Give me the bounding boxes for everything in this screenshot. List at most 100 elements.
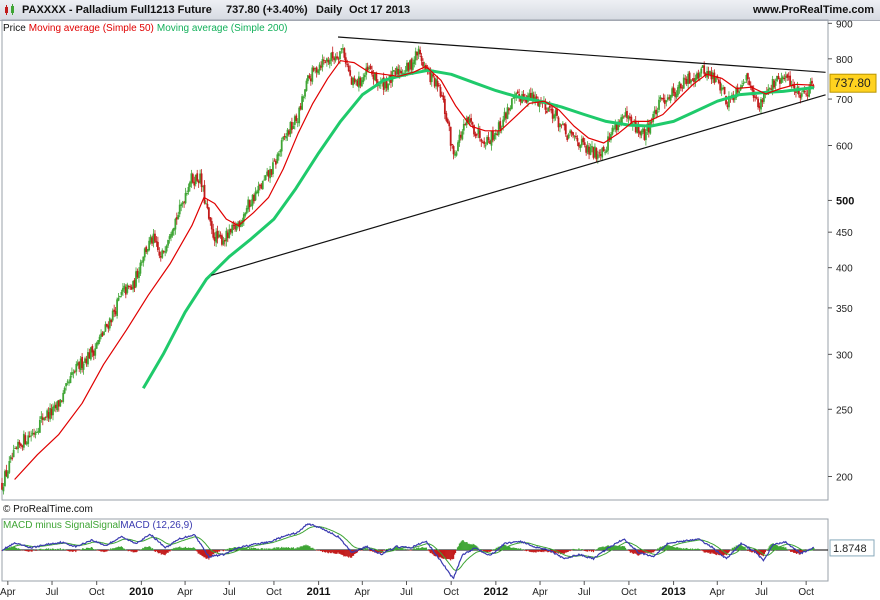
candle-body [392,70,395,72]
y-tick-label: 200 [836,473,853,484]
candle-body [777,76,780,80]
macd-line [1,523,815,580]
candle-body [598,152,601,154]
candle-body [808,88,810,97]
x-tick-label: Oct [89,587,105,598]
candle-body [212,229,215,238]
candle-body [165,245,168,252]
candle-body [763,93,765,102]
candle-body [94,348,97,356]
candle-body [700,68,703,74]
candle-body [59,399,62,407]
candle-body [805,93,808,95]
candle-body [502,119,505,128]
candle-body [746,73,749,80]
candle-body [292,126,295,129]
candle-body [302,96,305,98]
candle-body [375,72,378,82]
candle-body [698,73,701,77]
candle-body [478,130,481,138]
candle-body [11,457,14,459]
candle-body [164,251,167,253]
candle-body [343,48,346,58]
candle-body [665,100,668,103]
x-tick-label: Apr [177,587,193,598]
candle-body [120,291,123,295]
candle-body [579,145,582,149]
candle-body [328,60,331,65]
candle-body [419,49,421,55]
candle-body [156,241,159,251]
candle-body [72,372,75,374]
candle-body [480,139,483,142]
candle-body [206,203,209,209]
candle-body [117,297,120,301]
candle-body [742,83,745,85]
candle-body [420,56,423,61]
candle-body [339,51,341,59]
candle-body [116,299,118,316]
candle-body [12,449,15,458]
x-tick-label: Apr [0,587,16,598]
candle-body [572,132,574,136]
candle-body [295,115,298,121]
x-tick-label: Jul [46,587,59,598]
x-tick-label: Jul [223,587,236,598]
candle-body [111,310,114,321]
candle-body [63,387,66,394]
x-tick-label: Jul [755,587,768,598]
candle-body [108,318,111,329]
candle-body [545,111,548,113]
candle-body [738,91,741,94]
candle-body [363,74,366,78]
y-tick-label: 900 [836,19,853,30]
candle-body [803,91,806,93]
candle-body [703,65,706,74]
candle-body [560,124,563,126]
candle-body [257,185,260,194]
candle-body [470,118,472,122]
candle-body [210,221,213,230]
candle-body [446,119,449,124]
candle-body [714,77,717,83]
candle-body [43,417,46,421]
candle-body [324,61,327,63]
candle-body [748,80,751,86]
y-tick-label: 500 [836,195,854,207]
x-tick-label: 2013 [661,586,685,598]
y-tick-label: 250 [836,405,853,416]
candle-body [184,193,187,204]
candle-body [576,138,579,142]
x-tick-label: Jul [400,587,413,598]
x-tick-label: 2011 [307,586,331,598]
candle-body [178,204,181,215]
candle-body [301,96,303,110]
candle-body [487,137,490,141]
candle-body [596,154,599,159]
y-tick-label: 450 [836,228,853,239]
candle-body [789,75,792,87]
candle-body [438,85,440,87]
price-panel [1,19,829,501]
candle-body [126,284,129,293]
candle-body [656,111,659,113]
candle-body [174,218,177,230]
y-tick-label: 300 [836,350,853,361]
candle-body [200,173,203,187]
candle-body [65,383,67,387]
x-tick-label: Oct [443,587,459,598]
candle-body [207,207,210,219]
candle-body [2,487,5,492]
candle-body [567,134,570,139]
candle-body [196,173,199,181]
candle-body [583,142,586,145]
candle-body [323,60,325,62]
candle-body [461,131,464,140]
candle-body [652,114,655,122]
candle-body [535,96,538,99]
x-tick-label: Oct [266,587,282,598]
x-tick-label: Apr [532,587,548,598]
y-tick-label: 600 [836,141,853,152]
candle-body [604,152,607,154]
candle-body [264,175,267,180]
